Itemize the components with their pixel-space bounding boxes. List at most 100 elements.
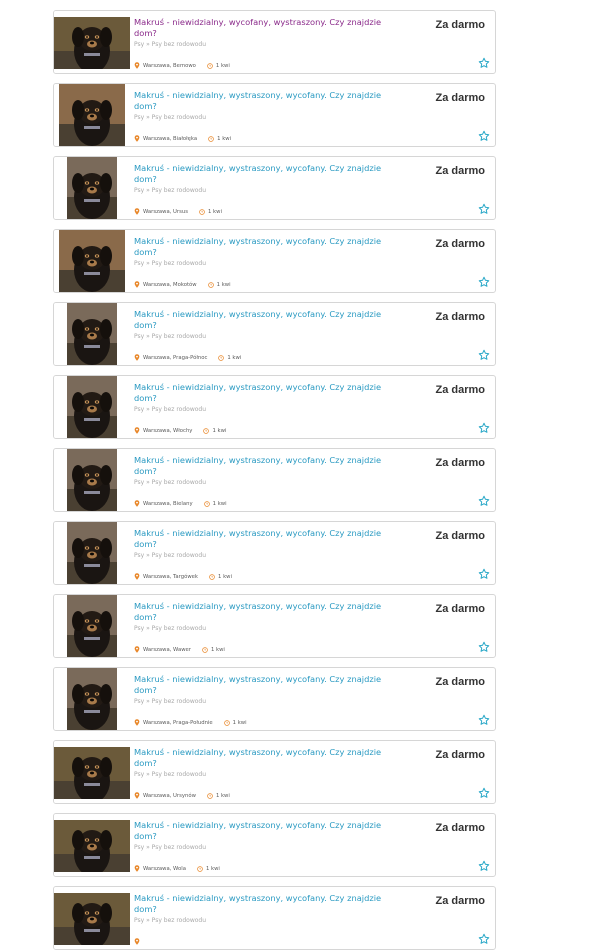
- clock-icon: [197, 865, 203, 872]
- dog-photo: [67, 522, 117, 584]
- observe-star-icon[interactable]: [478, 130, 490, 142]
- clock-icon: [209, 573, 215, 580]
- listing-thumbnail[interactable]: [54, 741, 130, 803]
- observe-star-icon[interactable]: [478, 349, 490, 361]
- listing-category: Psy » Psy bez rodowodu: [134, 625, 207, 632]
- listing-thumbnail[interactable]: [54, 303, 130, 365]
- listing-location: Warszawa, Białołęka: [143, 135, 198, 142]
- listing-title-link[interactable]: Makruś - niewidzialny, wystraszony, wyco…: [134, 309, 384, 330]
- observe-star-icon[interactable]: [478, 714, 490, 726]
- listing-location: Warszawa, Praga-Południe: [143, 719, 213, 726]
- listing-meta: Warszawa, Wawer 1 kwi: [134, 646, 225, 653]
- listing-date: 1 kwi: [217, 135, 232, 142]
- dog-photo: [54, 747, 130, 799]
- listing-title-link[interactable]: Makruś - niewidzialny, wystraszony, wyco…: [134, 528, 384, 549]
- observe-star-icon[interactable]: [478, 787, 490, 799]
- listing-location: Warszawa, Praga-Północ: [143, 354, 208, 361]
- listing-title-link[interactable]: Makruś - niewidzialny, wystraszony, wyco…: [134, 382, 384, 403]
- listing-category: Psy » Psy bez rodowodu: [134, 479, 207, 486]
- listing-meta: Warszawa, Praga-Południe 1 kwi: [134, 719, 247, 726]
- listing-title-link[interactable]: Makruś - niewidzialny, wystraszony, wyco…: [134, 455, 384, 476]
- dog-photo: [67, 595, 117, 657]
- listing-card[interactable]: Makruś - niewidzialny, wystraszony, wyco…: [53, 813, 496, 877]
- listing-card[interactable]: Makruś - niewidzialny, wystraszony, wyco…: [53, 886, 496, 950]
- clock-icon: [199, 208, 205, 215]
- listing-thumbnail[interactable]: [54, 11, 130, 73]
- listing-title-link[interactable]: Makruś - niewidzialny, wystraszony, wyco…: [134, 90, 384, 111]
- observe-star-icon[interactable]: [478, 422, 490, 434]
- dog-photo: [67, 157, 117, 219]
- listing-thumbnail[interactable]: [54, 522, 130, 584]
- listing-thumbnail[interactable]: [54, 449, 130, 511]
- listing-meta: Warszawa, Białołęka 1 kwi: [134, 135, 231, 142]
- listing-price: Za darmo: [435, 19, 485, 31]
- listing-title-link[interactable]: Makruś - niewidzialny, wystraszony, wyco…: [134, 163, 384, 184]
- listing-card[interactable]: Makruś - niewidzialny, wystraszony, wyco…: [53, 156, 496, 220]
- listing-title-link[interactable]: Makruś - niewidzialny, wycofany, wystras…: [134, 17, 384, 38]
- listing-card[interactable]: Makruś - niewidzialny, wystraszony, wyco…: [53, 229, 496, 293]
- listing-card[interactable]: Makruś - niewidzialny, wystraszony, wyco…: [53, 375, 496, 439]
- location-pin-icon: [134, 646, 140, 653]
- listing-thumbnail[interactable]: [54, 668, 130, 730]
- location-pin-icon: [134, 938, 140, 945]
- listing-price: Za darmo: [435, 895, 485, 907]
- observe-star-icon[interactable]: [478, 495, 490, 507]
- listing-title-link[interactable]: Makruś - niewidzialny, wystraszony, wyco…: [134, 820, 384, 841]
- listing-date: 1 kwi: [232, 719, 247, 726]
- listing-category: Psy » Psy bez rodowodu: [134, 333, 207, 340]
- location-pin-icon: [134, 427, 140, 434]
- location-pin-icon: [134, 865, 140, 872]
- observe-star-icon[interactable]: [478, 276, 490, 288]
- listing-card[interactable]: Makruś - niewidzialny, wystraszony, wyco…: [53, 667, 496, 731]
- listing-title-link[interactable]: Makruś - niewidzialny, wystraszony, wyco…: [134, 601, 384, 622]
- listing-card[interactable]: Makruś - niewidzialny, wycofany, wystras…: [53, 10, 496, 74]
- listing-thumbnail[interactable]: [54, 157, 130, 219]
- listing-category: Psy » Psy bez rodowodu: [134, 917, 207, 924]
- clock-icon: [202, 646, 208, 653]
- listing-meta: Warszawa, Ursynów 1 kwi: [134, 792, 230, 799]
- listing-card[interactable]: Makruś - niewidzialny, wystraszony, wyco…: [53, 740, 496, 804]
- observe-star-icon[interactable]: [478, 860, 490, 872]
- listing-card[interactable]: Makruś - niewidzialny, wystraszony, wyco…: [53, 594, 496, 658]
- listing-title-link[interactable]: Makruś - niewidzialny, wystraszony, wyco…: [134, 747, 384, 768]
- listing-thumbnail[interactable]: [54, 595, 130, 657]
- listing-date: 1 kwi: [215, 792, 230, 799]
- listing-location: Warszawa, Wola: [143, 865, 186, 872]
- listing-date: 1 kwi: [215, 62, 230, 69]
- listing-title-link[interactable]: Makruś - niewidzialny, wystraszony, wyco…: [134, 674, 384, 695]
- listing-price: Za darmo: [435, 384, 485, 396]
- listing-thumbnail[interactable]: [54, 230, 130, 292]
- listing-location: Warszawa, Bemowo: [143, 62, 196, 69]
- observe-star-icon[interactable]: [478, 568, 490, 580]
- listing-meta: Warszawa, Praga-Północ 1 kwi: [134, 354, 241, 361]
- listing-card[interactable]: Makruś - niewidzialny, wystraszony, wyco…: [53, 83, 496, 147]
- clock-icon: [207, 62, 213, 69]
- location-pin-icon: [134, 135, 140, 142]
- listing-location: Warszawa, Wawer: [143, 646, 191, 653]
- listing-thumbnail[interactable]: [54, 84, 130, 146]
- observe-star-icon[interactable]: [478, 933, 490, 945]
- listing-card[interactable]: Makruś - niewidzialny, wystraszony, wyco…: [53, 448, 496, 512]
- listing-location: Warszawa, Targówek: [143, 573, 199, 580]
- listing-card[interactable]: Makruś - niewidzialny, wystraszony, wyco…: [53, 521, 496, 585]
- listing-thumbnail[interactable]: [54, 814, 130, 876]
- listing-price: Za darmo: [435, 603, 485, 615]
- listing-category: Psy » Psy bez rodowodu: [134, 406, 207, 413]
- listing-category: Psy » Psy bez rodowodu: [134, 844, 207, 851]
- listing-thumbnail[interactable]: [54, 887, 130, 949]
- listing-card[interactable]: Makruś - niewidzialny, wystraszony, wyco…: [53, 302, 496, 366]
- listing-meta: Warszawa, Ursus 1 kwi: [134, 208, 222, 215]
- listing-title-link[interactable]: Makruś - niewidzialny, wystraszony, wyco…: [134, 236, 384, 257]
- listing-price: Za darmo: [435, 822, 485, 834]
- listing-thumbnail[interactable]: [54, 376, 130, 438]
- listing-date: 1 kwi: [218, 573, 232, 580]
- location-pin-icon: [134, 208, 140, 215]
- observe-star-icon[interactable]: [478, 57, 490, 69]
- observe-star-icon[interactable]: [478, 641, 490, 653]
- observe-star-icon[interactable]: [478, 203, 490, 215]
- clock-icon: [203, 500, 210, 507]
- location-pin-icon: [134, 573, 140, 580]
- listing-location: Warszawa, Mokotów: [143, 281, 197, 288]
- dog-photo: [54, 893, 130, 945]
- clock-icon: [203, 427, 210, 434]
